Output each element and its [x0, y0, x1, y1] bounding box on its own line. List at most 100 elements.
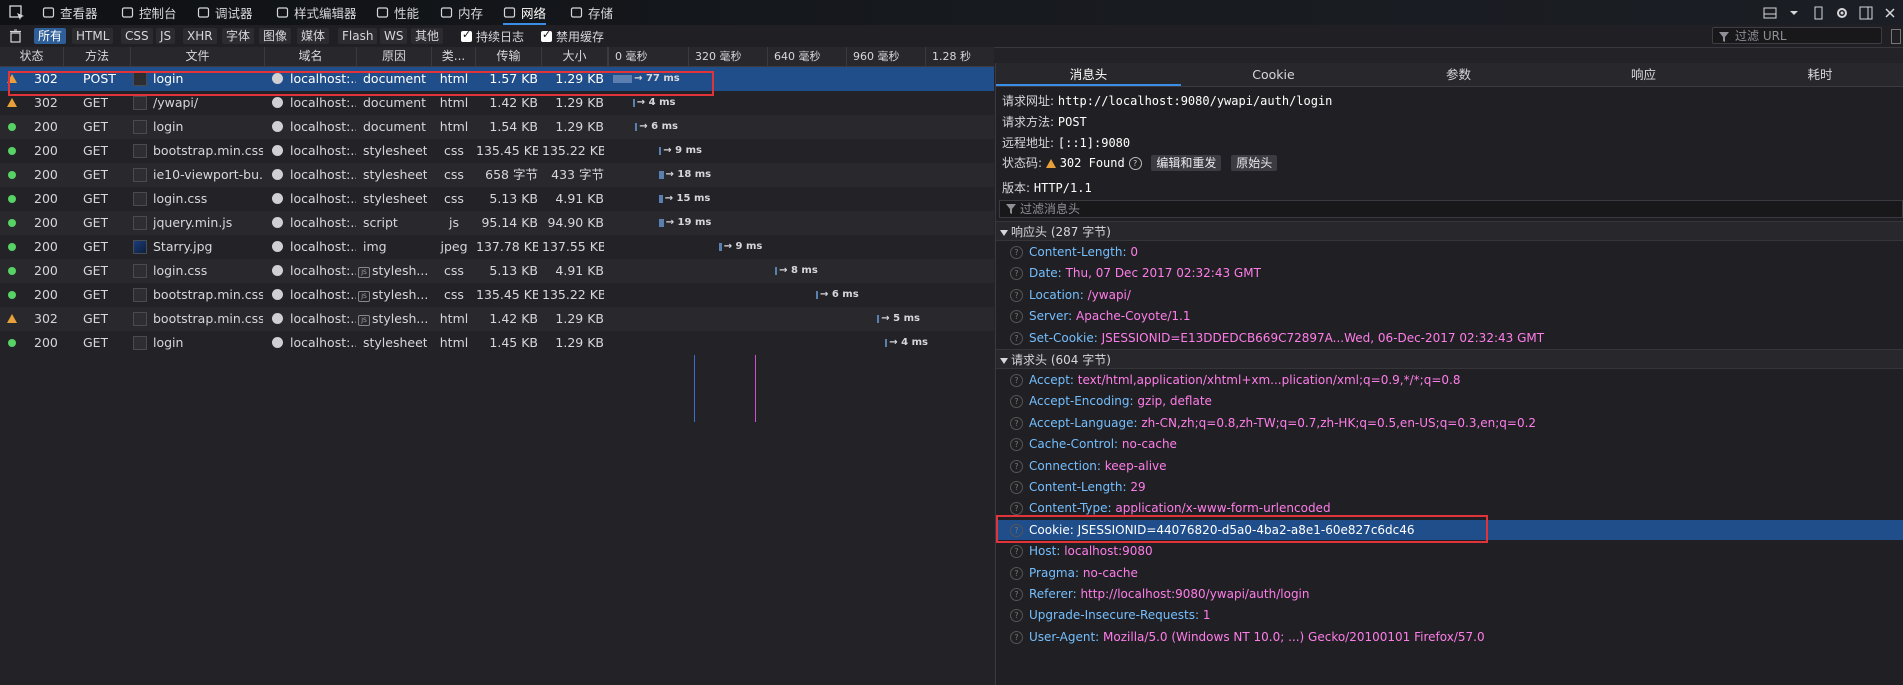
- header-filter-input[interactable]: 过滤消息头: [999, 200, 1903, 218]
- table-row[interactable]: 200 GET login.css localhost:... JS stylesh...…: [0, 259, 994, 283]
- filter-type-button[interactable]: WS: [380, 28, 408, 44]
- table-row[interactable]: 200 GET bootstrap.min.css localhost:... styl…: [0, 139, 994, 163]
- help-icon[interactable]: ?: [1010, 374, 1023, 387]
- filter-type-button[interactable]: XHR: [183, 28, 217, 44]
- column-header-type[interactable]: 类...: [432, 47, 476, 66]
- header-row[interactable]: ? Content-Type: application/x-www-form-ur…: [996, 498, 1903, 518]
- help-icon[interactable]: ?: [1010, 566, 1023, 580]
- help-icon[interactable]: ?: [1010, 459, 1023, 473]
- table-row[interactable]: 200 GET login.css localhost:... stylesheet cs…: [0, 187, 994, 211]
- filter-type-button[interactable]: 所有: [34, 28, 67, 44]
- help-icon[interactable]: ?: [1010, 609, 1023, 623]
- tab-timings[interactable]: 耗时: [1736, 63, 1903, 86]
- raw-headers-button[interactable]: 原始头: [1231, 155, 1278, 171]
- tab-params[interactable]: 参数: [1366, 63, 1551, 86]
- table-row[interactable]: 200 GET login localhost:... document html 1.54…: [0, 115, 994, 139]
- header-row[interactable]: ? Server: Apache-Coyote/1.1: [996, 306, 1903, 326]
- header-row[interactable]: ? User-Agent: Mozilla/5.0 (Windows NT 10.…: [996, 627, 1903, 647]
- table-row[interactable]: 200 GET bootstrap.min.css localhost:... JS st…: [0, 283, 994, 307]
- trash-icon[interactable]: [9, 29, 22, 43]
- tab-network[interactable]: 网络: [503, 0, 547, 25]
- help-icon[interactable]: ?: [1010, 630, 1023, 644]
- help-icon[interactable]: ?: [1010, 438, 1023, 452]
- header-row[interactable]: ? Cache-Control: no-cache: [996, 434, 1903, 454]
- help-icon[interactable]: ?: [1010, 502, 1023, 516]
- tab-performance[interactable]: 性能: [376, 0, 419, 25]
- help-icon[interactable]: ?: [1010, 288, 1023, 302]
- table-row[interactable]: 200 GET jquery.min.js localhost:... script js…: [0, 211, 994, 235]
- help-icon[interactable]: ?: [1010, 395, 1023, 409]
- header-row[interactable]: ? Location: /ywapi/: [996, 285, 1903, 305]
- filter-type-button[interactable]: CSS: [121, 28, 153, 44]
- domain: localhost:...: [290, 263, 356, 278]
- response-headers-section[interactable]: 响应头 (287 字节): [996, 221, 1903, 241]
- request-headers-section[interactable]: 请求头 (604 字节): [996, 349, 1903, 369]
- close-icon[interactable]: [1883, 6, 1897, 20]
- header-row[interactable]: ? Accept: text/html,application/xhtml+xm.…: [996, 370, 1903, 390]
- header-row[interactable]: ? Content-Length: 0: [996, 242, 1903, 262]
- table-row[interactable]: 200 GET login localhost:... stylesheet html 1.…: [0, 331, 994, 355]
- table-row[interactable]: 200 GET ie10-viewport-bu... localhost:... st…: [0, 163, 994, 187]
- tab-headers[interactable]: 消息头: [996, 63, 1181, 86]
- column-header-method[interactable]: 方法: [64, 47, 131, 66]
- help-icon[interactable]: ?: [1010, 523, 1023, 537]
- tab-memory[interactable]: 内存: [440, 0, 483, 25]
- column-header-domain[interactable]: 域名: [265, 47, 357, 66]
- filter-type-button[interactable]: 媒体: [297, 28, 330, 44]
- filter-type-button[interactable]: Flash: [338, 28, 378, 44]
- table-row[interactable]: 302 POST login localhost:... document html 1.5…: [0, 67, 994, 91]
- column-header-status[interactable]: 状态: [0, 47, 64, 66]
- help-icon[interactable]: ?: [1010, 588, 1023, 601]
- header-row[interactable]: ? Date: Thu, 07 Dec 2017 02:32:43 GMT: [996, 263, 1903, 283]
- filter-type-button[interactable]: JS: [156, 28, 176, 44]
- help-icon[interactable]: ?: [1010, 481, 1023, 494]
- header-row[interactable]: ? Set-Cookie: JSESSIONID=E13DDEDCB669C728…: [996, 328, 1903, 348]
- split-console-icon[interactable]: [1859, 6, 1873, 20]
- header-row[interactable]: ? Referer: http://localhost:9080/ywapi/au…: [996, 584, 1903, 604]
- dock-layout-icon[interactable]: [1763, 6, 1777, 20]
- tab-cookie[interactable]: Cookie: [1181, 63, 1366, 86]
- filter-type-button[interactable]: HTML: [72, 28, 114, 44]
- tab-style-editor[interactable]: 样式编辑器: [276, 0, 357, 25]
- help-icon[interactable]: ?: [1010, 416, 1023, 430]
- help-icon[interactable]: ?: [1010, 246, 1023, 259]
- help-icon[interactable]: ?: [1010, 267, 1023, 281]
- header-row[interactable]: ? Connection: keep-alive: [996, 456, 1903, 476]
- table-row[interactable]: 302 GET/ywapi/localhost:... document html 1.…: [0, 91, 994, 115]
- element-picker-icon[interactable]: [8, 4, 26, 22]
- column-header-transferred[interactable]: 传输: [476, 47, 542, 66]
- table-row[interactable]: 302 GET bootstrap.min.css... localhost:...J…: [0, 307, 994, 331]
- header-row[interactable]: ? Pragma: no-cache: [996, 563, 1903, 583]
- column-header-file[interactable]: 文件: [131, 47, 265, 66]
- help-icon[interactable]: ?: [1010, 331, 1023, 345]
- help-icon[interactable]: ?: [1010, 310, 1023, 324]
- tab-debugger[interactable]: 调试器: [197, 0, 253, 25]
- chevron-down-icon[interactable]: [1787, 6, 1801, 20]
- column-header-size[interactable]: 大小: [542, 47, 608, 66]
- header-row[interactable]: ? Accept-Encoding: gzip, deflate: [996, 391, 1903, 411]
- tab-inspector[interactable]: 查看器: [42, 0, 98, 25]
- filter-type-button[interactable]: 图像: [259, 28, 292, 44]
- header-row[interactable]: ? Host: localhost:9080: [996, 541, 1903, 561]
- help-icon[interactable]: ?: [1128, 157, 1142, 170]
- tab-response[interactable]: 响应: [1551, 63, 1736, 86]
- edit-and-resend-button[interactable]: 编辑和重发: [1151, 155, 1222, 171]
- table-row[interactable]: 200 GET Starry.jpg localhost:... img jpeg 137.…: [0, 235, 994, 259]
- tab-console[interactable]: 控制台: [121, 0, 177, 25]
- cause: document: [363, 71, 427, 86]
- header-row[interactable]: ? Cookie: JSESSIONID=44076820-d5a0-4ba2-a…: [996, 519, 1903, 540]
- header-row[interactable]: ? Accept-Language: zh-CN,zh;q=0.8,zh-TW;q…: [996, 413, 1903, 433]
- responsive-design-icon[interactable]: [1811, 6, 1825, 20]
- gear-icon[interactable]: [1835, 6, 1849, 20]
- header-row[interactable]: ? Upgrade-Insecure-Requests: 1: [996, 605, 1903, 625]
- tab-storage[interactable]: 存储: [570, 0, 613, 25]
- filter-type-button[interactable]: 其他: [411, 28, 444, 44]
- filter-type-button[interactable]: 字体: [222, 28, 255, 44]
- url-filter-input[interactable]: 过滤 URL: [1712, 27, 1882, 44]
- scroll-handle[interactable]: [1891, 29, 1901, 44]
- column-header-cause[interactable]: 原因: [357, 47, 432, 66]
- persist-logs-checkbox[interactable]: 持续日志: [461, 28, 524, 45]
- disable-cache-checkbox[interactable]: 禁用缓存: [541, 28, 604, 45]
- header-row[interactable]: ? Content-Length: 29: [996, 477, 1903, 497]
- help-icon[interactable]: ?: [1010, 545, 1023, 559]
